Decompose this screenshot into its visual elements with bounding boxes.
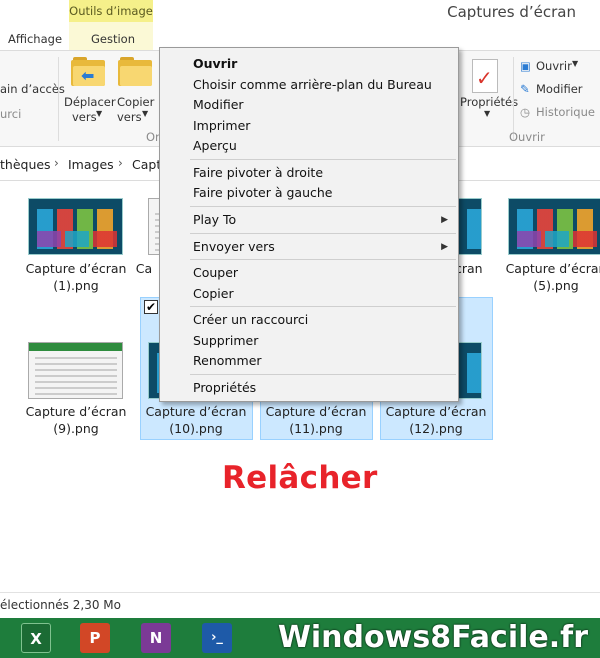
chevron-right-icon[interactable]: ›	[118, 156, 123, 170]
move-to-label-1[interactable]: Déplacer	[64, 95, 116, 109]
copy-to-label-2[interactable]: vers	[117, 110, 142, 124]
menu-separator	[190, 259, 456, 260]
thumbnail-image[interactable]	[508, 198, 600, 255]
chevron-down-icon[interactable]: ▼	[572, 59, 578, 68]
move-to-label-2[interactable]: vers	[72, 110, 97, 124]
window-title: Captures d’écran	[447, 3, 576, 21]
edit-icon[interactable]: ✎	[520, 82, 530, 96]
history-icon: ◷	[520, 105, 531, 119]
move-to-folder-icon[interactable]: ⬅	[71, 57, 105, 87]
menu-separator	[190, 233, 456, 234]
menu-separator	[190, 206, 456, 207]
file-name: Capture d’écran	[505, 261, 600, 276]
tab-affichage[interactable]: Affichage	[8, 32, 62, 46]
access-button-label[interactable]: ain d’accès	[0, 82, 65, 96]
properties-label[interactable]: Propriétés	[460, 95, 518, 109]
menu-item-rotate-right[interactable]: Faire pivoter à droite	[160, 163, 458, 183]
file-item[interactable]: Capture d’écran (12).png	[380, 403, 492, 437]
group-label-partial: urci	[0, 107, 22, 121]
item-checkbox[interactable]: ✔	[144, 300, 158, 314]
ribbon-separator	[58, 57, 59, 141]
copy-to-label-1[interactable]: Copier	[117, 95, 154, 109]
powerpoint-icon[interactable]: P	[80, 623, 110, 653]
context-tab-group-label: Outils d’image	[69, 0, 153, 22]
file-name: (11).png	[289, 421, 343, 436]
file-name: (12).png	[409, 421, 463, 436]
properties-icon[interactable]: ✓	[472, 59, 498, 93]
file-name: Capture d’écran	[265, 404, 367, 419]
file-name: Ca	[135, 261, 153, 276]
file-item[interactable]: Ca	[124, 260, 164, 277]
status-bar: électionnés 2,30 Mo	[0, 592, 600, 618]
file-name: (9).png	[53, 421, 99, 436]
menu-item-play-to[interactable]: Play To ▶	[160, 210, 458, 230]
thumbnail-image[interactable]	[28, 198, 123, 255]
selection-status: électionnés 2,30 Mo	[0, 598, 121, 612]
menu-item-label: Envoyer vers	[193, 239, 275, 254]
menu-item-copy[interactable]: Copier	[160, 284, 458, 304]
menu-item-properties[interactable]: Propriétés	[160, 378, 458, 398]
menu-separator	[190, 159, 456, 160]
thumbnail-image[interactable]	[28, 342, 123, 399]
file-item[interactable]: Capture d’écran (10).png	[140, 403, 252, 437]
breadcrumb-libraries[interactable]: thèques	[0, 157, 51, 172]
chevron-down-icon[interactable]: ▼	[142, 109, 148, 118]
ribbon-separator	[513, 57, 514, 141]
file-item[interactable]: Capture d’écran (9).png	[20, 403, 132, 437]
menu-separator	[190, 374, 456, 375]
powershell-icon[interactable]: ›_	[202, 623, 232, 653]
context-menu: Ouvrir Choisir comme arrière-plan du Bur…	[159, 47, 459, 402]
release-instruction-text: Relâcher	[222, 460, 378, 496]
thumbnail-image[interactable]	[458, 198, 482, 255]
menu-item-label: Play To	[193, 212, 237, 227]
menu-item-send-to[interactable]: Envoyer vers ▶	[160, 237, 458, 257]
chevron-down-icon[interactable]: ▼	[484, 109, 490, 118]
excel-icon[interactable]: X	[21, 623, 51, 653]
tab-gestion[interactable]: Gestion	[91, 32, 135, 46]
chevron-down-icon[interactable]: ▼	[96, 109, 102, 118]
open-icon[interactable]: ▣	[520, 59, 531, 73]
menu-item-cut[interactable]: Couper	[160, 263, 458, 283]
menu-item-print[interactable]: Imprimer	[160, 116, 458, 136]
menu-item-set-desktop-background[interactable]: Choisir comme arrière-plan du Bureau	[160, 75, 458, 95]
file-item[interactable]: Capture d’écran (1).png	[20, 260, 132, 294]
file-name: (1).png	[53, 278, 99, 293]
menu-item-open[interactable]: Ouvrir	[160, 54, 458, 74]
taskbar: X P N ›_ Windows8Facile.fr	[0, 618, 600, 658]
menu-item-delete[interactable]: Supprimer	[160, 331, 458, 351]
submenu-arrow-icon: ▶	[441, 215, 448, 225]
breadcrumb-images[interactable]: Images	[68, 157, 114, 172]
thumbnail-image[interactable]	[458, 342, 482, 399]
file-item[interactable]: Capture d’écran (5).png	[500, 260, 600, 294]
file-name: Capture d’écran	[145, 404, 247, 419]
menu-item-preview[interactable]: Aperçu	[160, 136, 458, 156]
open-group-label: Ouvrir	[509, 130, 545, 144]
menu-separator	[190, 306, 456, 307]
file-item[interactable]: Capture d’écran (11).png	[260, 403, 372, 437]
watermark: Windows8Facile.fr	[277, 620, 588, 655]
file-name: Capture d’écran	[25, 404, 127, 419]
file-name: cran	[455, 261, 483, 276]
history-button[interactable]: Historique	[536, 105, 595, 119]
chevron-right-icon[interactable]: ›	[54, 156, 59, 170]
open-button[interactable]: Ouvrir	[536, 59, 572, 73]
file-name: (10).png	[169, 421, 223, 436]
menu-item-rotate-left[interactable]: Faire pivoter à gauche	[160, 183, 458, 203]
file-name: Capture d’écran	[385, 404, 487, 419]
file-name: (5).png	[533, 278, 579, 293]
menu-item-rename[interactable]: Renommer	[160, 351, 458, 371]
modify-button[interactable]: Modifier	[536, 82, 583, 96]
copy-to-folder-icon[interactable]	[118, 57, 152, 87]
submenu-arrow-icon: ▶	[441, 242, 448, 252]
menu-item-edit[interactable]: Modifier	[160, 95, 458, 115]
organize-group-label: Or	[146, 130, 160, 144]
file-item[interactable]: cran	[455, 260, 485, 277]
menu-item-create-shortcut[interactable]: Créer un raccourci	[160, 310, 458, 330]
file-name: Capture d’écran	[25, 261, 127, 276]
onenote-icon[interactable]: N	[141, 623, 171, 653]
